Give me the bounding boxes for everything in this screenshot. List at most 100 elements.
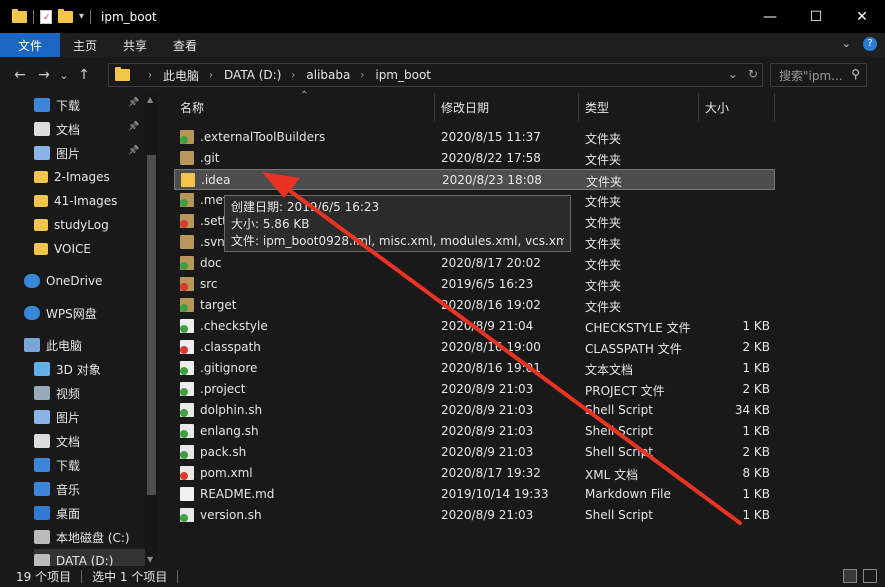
sidebar-item-label: 41-Images [54,194,118,208]
sidebar-item[interactable]: DATA (D:) [34,549,154,566]
sidebar-item[interactable]: 下载 [34,93,80,117]
tab-view[interactable]: 查看 [160,33,210,57]
file-row[interactable]: pom.xml 2020/8/17 19:32 XML 文档 8 KB [174,463,774,484]
column-header-modified[interactable]: 修改日期 [441,93,489,121]
breadcrumb-item[interactable]: 此电脑 [163,67,199,84]
sidebar-scrollbar[interactable]: ▲ ▼ [145,93,158,566]
up-button[interactable]: ↑ [72,67,96,83]
sidebar-item[interactable]: 3D 对象 [34,357,101,381]
file-size: 1 KB [742,361,770,375]
file-type: PROJECT 文件 [585,384,665,398]
sidebar-item[interactable]: VOICE [34,237,91,261]
video-icon [34,386,50,400]
sidebar-item[interactable]: 2-Images [34,165,110,189]
large-icons-view-icon[interactable] [863,569,877,583]
recent-locations-button[interactable]: ⌄ [56,69,72,82]
file-modified: 2020/8/16 19:00 [441,340,541,354]
sidebar-item[interactable]: 41-Images [34,189,117,213]
properties-icon[interactable]: ✓ [40,9,52,24]
column-header-size[interactable]: 大小 [705,93,729,121]
computer-icon [24,338,40,352]
file-type: CHECKSTYLE 文件 [585,321,691,335]
file-row[interactable]: doc 2020/8/17 20:02 文件夹 [174,253,774,274]
sidebar-item[interactable]: 本地磁盘 (C:) [34,525,130,549]
file-row[interactable]: README.md 2019/10/14 19:33 Markdown File 1 … [174,484,774,505]
file-row[interactable]: .checkstyle 2020/8/9 21:04 CHECKSTYLE 文件 1 … [174,316,774,337]
file-row[interactable]: .gitignore 2020/8/16 19:01 文本文档 1 KB [174,358,774,379]
column-header-type[interactable]: 类型 [585,93,609,121]
file-size: 34 KB [734,403,770,417]
file-row[interactable]: .project 2020/8/9 21:03 PROJECT 文件 2 KB [174,379,774,400]
divider [81,570,83,583]
sidebar-item-label: 视频 [56,386,81,401]
file-row[interactable]: enlang.sh 2020/8/9 21:03 Shell Script 1 KB [174,421,774,442]
folder-icon [34,171,48,183]
scrollbar-thumb[interactable] [147,155,156,495]
scroll-down-icon[interactable]: ▼ [147,555,153,564]
address-dropdown-icon[interactable]: ⌄ [728,67,738,81]
tab-file[interactable]: 文件 [0,33,60,57]
sidebar-item[interactable]: WPS网盘 [24,301,97,325]
file-row[interactable]: .externalToolBuilders 2020/8/15 11:37 文件夹 [174,127,774,148]
folder-check-icon [180,130,194,144]
file-type: 文件夹 [585,300,622,314]
customize-toolbar-icon[interactable]: ▾ [79,11,84,22]
folder-icon [34,195,48,207]
minimize-button[interactable]: — [747,0,793,33]
search-input[interactable]: 搜索"ipm... ⚲ [770,63,867,87]
sidebar-item[interactable]: 文档 [34,117,80,141]
file-type: 文件夹 [585,216,622,230]
column-divider[interactable] [578,93,579,121]
sidebar-item[interactable]: 图片 [34,141,80,165]
column-divider[interactable] [698,93,699,121]
address-bar[interactable]: › 此电脑 › DATA (D:) › alibaba › ipm_boot ⌄… [108,63,763,87]
new-folder-icon[interactable] [58,8,73,23]
column-divider[interactable] [774,93,775,121]
forward-button[interactable]: → [32,67,56,83]
sidebar-item[interactable]: 文档 [34,429,80,453]
expand-ribbon-icon[interactable]: ⌄ [842,37,851,51]
column-divider[interactable] [434,93,435,121]
help-icon[interactable]: ? [863,37,877,51]
sidebar-item[interactable]: studyLog [34,213,109,237]
pin-icon[interactable]: 📌 [128,122,139,132]
sidebar-item-label: 此电脑 [46,338,83,353]
file-row[interactable]: .git 2020/8/22 17:58 文件夹 [174,148,774,169]
breadcrumb-item[interactable]: alibaba [306,68,350,82]
file-row[interactable]: .classpath 2020/8/16 19:00 CLASSPATH 文件 2 K… [174,337,774,358]
breadcrumb-item[interactable]: DATA (D:) [224,68,281,82]
title-bar: ✓ ▾ ipm_boot — ☐ ✕ [0,0,885,33]
sidebar-item[interactable]: 桌面 [34,501,80,525]
pin-icon[interactable]: 📌 [128,146,139,156]
sidebar-item-label: 3D 对象 [56,362,101,377]
file-row[interactable]: dolphin.sh 2020/8/9 21:03 Shell Script 34 K… [174,400,774,421]
refresh-icon[interactable]: ↻ [748,67,758,81]
file-row[interactable]: version.sh 2020/8/9 21:03 Shell Script 1 KB [174,505,774,526]
file-modified: 2020/8/9 21:03 [441,508,534,522]
file-modified: 2020/8/9 21:03 [441,403,534,417]
tab-home[interactable]: 主页 [60,33,110,57]
folder-check-icon [180,256,194,270]
tab-share[interactable]: 共享 [110,33,160,57]
breadcrumb-item[interactable]: ipm_boot [375,68,431,82]
sidebar-item[interactable]: 下载 [34,453,80,477]
sidebar-item[interactable]: 视频 [34,381,80,405]
file-modified: 2020/8/9 21:04 [441,319,534,333]
details-view-icon[interactable] [843,569,857,583]
back-button[interactable]: ← [8,67,32,83]
file-row[interactable]: pack.sh 2020/8/9 21:03 Shell Script 2 KB [174,442,774,463]
pin-icon[interactable]: 📌 [128,98,139,108]
sidebar-item[interactable]: 此电脑 [24,333,82,357]
file-check-icon [180,361,194,375]
column-header-name[interactable]: 名称 [180,93,204,121]
file-row[interactable]: target 2020/8/16 19:02 文件夹 [174,295,774,316]
file-check-icon [180,382,194,396]
close-button[interactable]: ✕ [839,0,885,33]
file-row[interactable]: .idea 2020/8/23 18:08 文件夹 [174,169,775,190]
scroll-up-icon[interactable]: ▲ [147,95,153,104]
maximize-button[interactable]: ☐ [793,0,839,33]
sidebar-item[interactable]: 图片 [34,405,80,429]
sidebar-item[interactable]: OneDrive [24,269,102,293]
file-row[interactable]: src 2019/6/5 16:23 文件夹 [174,274,774,295]
sidebar-item[interactable]: 音乐 [34,477,80,501]
